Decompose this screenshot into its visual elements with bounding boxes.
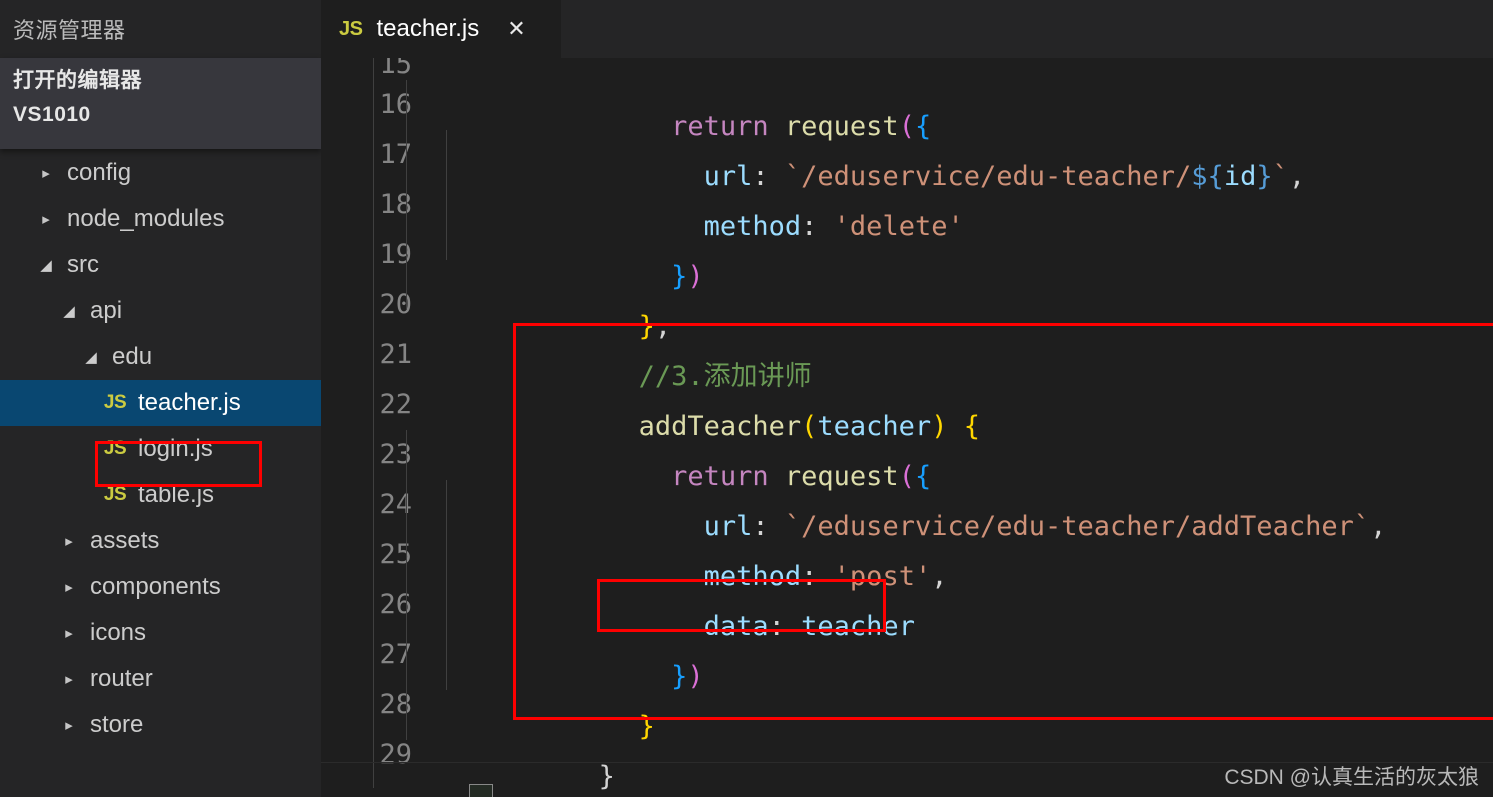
line-number: 22 [379,389,412,420]
chevron-down-icon: ◢ [63,302,75,320]
tree-row-components[interactable]: ▸ components [0,564,321,610]
tree-row-api[interactable]: ◢ api [0,288,321,334]
tree-label-config: config [67,159,132,186]
tree-row-config[interactable]: ▸ config [0,150,321,196]
file-tree[interactable]: ◢ vue-admin-1010 ▸ build ▸ config ▸ node… [0,58,321,748]
open-editors-header: 打开的编辑器 [13,69,142,92]
tab-label: teacher.js [376,15,480,42]
line-number: 23 [379,439,412,470]
tree-row-login-js[interactable]: JS login.js [0,426,321,472]
close-icon[interactable]: ✕ [507,18,525,40]
line-number: 24 [379,489,412,520]
chevron-right-icon: ▸ [65,670,73,688]
line-number: 25 [379,539,412,570]
indent-guide [373,58,374,788]
chevron-right-icon: ▸ [65,716,73,734]
chevron-right-icon: ▸ [42,164,50,182]
chevron-down-icon: ◢ [40,256,52,274]
indent-guide [406,430,407,740]
tree-row-icons[interactable]: ▸ icons [0,610,321,656]
js-file-icon: JS [103,484,127,505]
line-number: 29 [379,739,412,770]
tree-row-teacher-js[interactable]: JS teacher.js [0,380,321,426]
code-line-16: return request({ [671,111,932,142]
tree-label-assets: assets [90,527,160,554]
open-editors-panel[interactable]: 打开的编辑器 VS1010 [0,58,321,149]
tree-row-assets[interactable]: ▸ assets [0,518,321,564]
bracket-match-highlight [469,784,493,797]
line-number: 16 [379,89,412,120]
tree-row-node-modules[interactable]: ▸ node_modules [0,196,321,242]
chevron-down-icon: ◢ [85,348,97,366]
js-file-icon: JS [103,438,127,459]
tree-row-router[interactable]: ▸ router [0,656,321,702]
tab-bar[interactable]: JS teacher.js ✕ [321,0,1493,58]
vscode-window: 资源管理器 ◢ vue-admin-1010 ▸ build ▸ config … [0,0,1493,797]
line-number: 28 [379,689,412,720]
line-number: 27 [379,639,412,670]
tree-label-router: router [90,665,153,692]
tree-label-icons: icons [90,619,147,646]
code-text-layer[interactable]: deleteTeacherId(id) { return request({ u… [476,58,1493,797]
tree-label-table-js: table.js [138,481,215,508]
chevron-right-icon: ▸ [65,532,73,550]
open-editors-item-vs1010[interactable]: VS1010 [0,94,321,127]
chevron-right-icon: ▸ [65,578,73,596]
tree-label-login-js: login.js [138,435,213,462]
line-number: 18 [379,189,412,220]
code-editor[interactable]: 15 16 17 18 19 20 21 22 23 24 25 26 27 2… [321,58,1493,797]
explorer-title: 资源管理器 [0,0,321,58]
indent-guide [446,130,447,260]
line-number: 19 [379,239,412,270]
csdn-watermark: CSDN @认真生活的灰太狼 [1224,766,1479,789]
line-number-gutter: 15 16 17 18 19 20 21 22 23 24 25 26 27 2… [321,58,436,797]
line-number: 21 [379,339,412,370]
js-file-icon: JS [339,17,363,40]
indent-guide [406,80,407,310]
line-number: 20 [379,289,412,320]
line-number: 17 [379,139,412,170]
js-file-icon: JS [103,392,127,413]
tree-label-components: components [90,573,221,600]
chevron-right-icon: ▸ [65,624,73,642]
tree-label-teacher-js: teacher.js [138,389,241,416]
line-number: 26 [379,589,412,620]
tree-label-src: src [67,251,99,278]
explorer-sidebar: 资源管理器 ◢ vue-admin-1010 ▸ build ▸ config … [0,0,321,797]
tree-label-node-modules: node_modules [67,205,225,232]
editor-area: JS teacher.js ✕ 15 16 17 18 19 20 21 22 … [321,0,1493,797]
tree-label-store: store [90,711,144,738]
tree-row-table-js[interactable]: JS table.js [0,472,321,518]
tree-row-src[interactable]: ◢ src [0,242,321,288]
tree-label-edu: edu [112,343,153,370]
tree-row-edu[interactable]: ◢ edu [0,334,321,380]
tree-label-api: api [90,297,123,324]
line-number: 15 [379,58,412,80]
indent-guide [446,480,447,690]
tree-row-store[interactable]: ▸ store [0,702,321,748]
tab-teacher-js[interactable]: JS teacher.js ✕ [321,0,561,58]
chevron-right-icon: ▸ [42,210,50,228]
